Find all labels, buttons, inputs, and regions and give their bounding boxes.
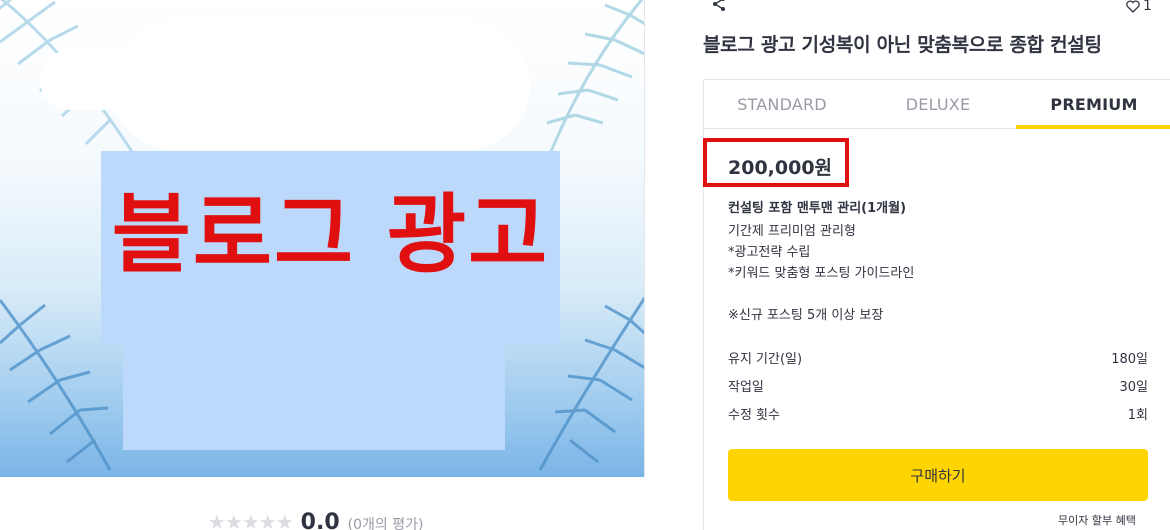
gig-thumbnail-image[interactable]: 블로그 광고: [0, 0, 645, 477]
hero-title: 블로그 광고: [111, 185, 550, 285]
buy-button[interactable]: 구매하기: [728, 449, 1148, 501]
share-icon[interactable]: [711, 0, 727, 12]
like-button[interactable]: 1: [1126, 0, 1152, 14]
spec-row: 작업일 30일: [728, 376, 1148, 395]
page: 블로그 광고 ★★★★★ 0.0 (0개의 평가) 1 블로그 광고 기성복이 …: [0, 0, 1170, 530]
spec-value: 1회: [1127, 408, 1148, 423]
spec-value: 180일: [1111, 352, 1148, 367]
like-count: 1: [1143, 0, 1152, 14]
tab-deluxe[interactable]: DELUXE: [860, 80, 1016, 128]
package-name: 컨설팅 포함 맨투맨 관리(1개월): [728, 201, 907, 216]
star-rating-icon: ★★★★★: [208, 510, 294, 530]
spec-label: 유지 기간(일): [728, 352, 803, 367]
spec-row: 유지 기간(일) 180일: [728, 348, 1148, 367]
package-description: 기간제 프리미엄 관리형 *광고전략 수립 *키워드 맞춤형 포스팅 가이드라인…: [728, 224, 915, 323]
spec-label: 수정 횟수: [728, 408, 780, 423]
spec-value: 30일: [1119, 380, 1148, 395]
tab-premium[interactable]: PREMIUM: [1016, 80, 1170, 129]
rating-score: 0.0: [300, 510, 340, 530]
spec-row: 수정 횟수 1회: [728, 404, 1148, 423]
divider: [644, 0, 645, 477]
cloud-decoration: [110, 20, 530, 150]
heart-icon: [1126, 0, 1140, 13]
spec-label: 작업일: [728, 380, 764, 395]
image-overlay: [123, 344, 505, 450]
package-tabs: STANDARD DELUXE PREMIUM: [704, 80, 1170, 129]
rating-summary: ★★★★★ 0.0 (0개의 평가): [208, 510, 423, 530]
rating-count: (0개의 평가): [347, 517, 424, 530]
gig-title: 블로그 광고 기성복이 아닌 맞춤복으로 종합 컨설팅: [703, 34, 1102, 56]
installment-link[interactable]: 무이자 할부 혜택: [1058, 512, 1136, 528]
tab-standard[interactable]: STANDARD: [704, 80, 860, 128]
package-price: 200,000원: [728, 157, 833, 179]
